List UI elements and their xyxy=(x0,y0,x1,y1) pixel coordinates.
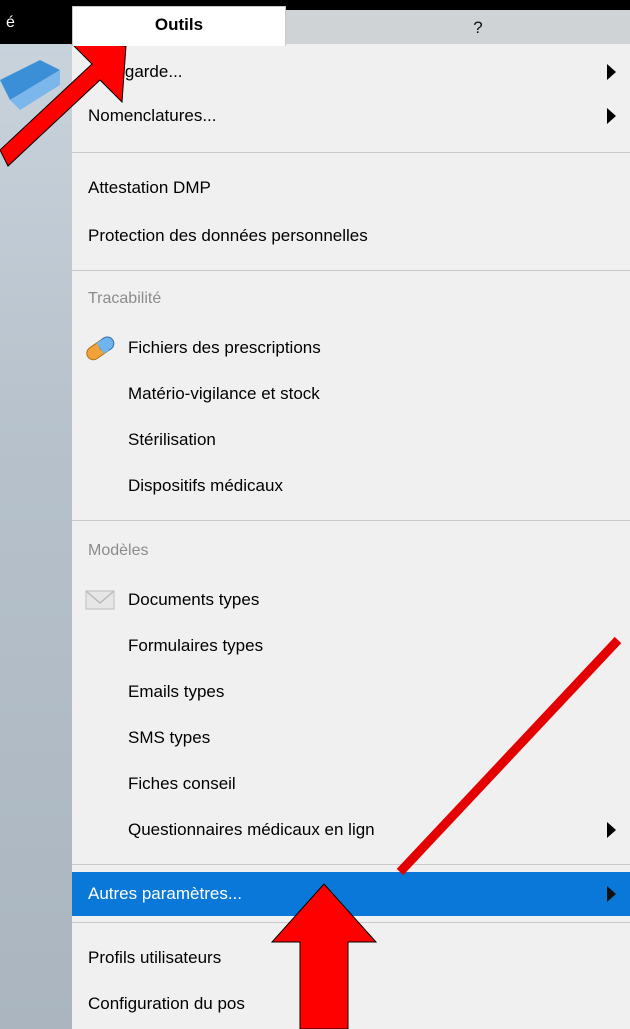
menu-item-label: Fichiers des prescriptions xyxy=(128,338,321,357)
outils-dropdown-menu: auvegarde... Nomenclatures... Attestatio… xyxy=(72,44,630,1029)
menu-item-sms-types[interactable]: SMS types xyxy=(72,720,630,756)
envelope-icon xyxy=(85,590,115,610)
background-window-strip xyxy=(0,44,72,1029)
menu-item-label: Attestation DMP xyxy=(88,178,211,197)
menu-item-label: Protection des données personnelles xyxy=(88,226,368,245)
submenu-arrow-icon xyxy=(607,108,616,124)
menu-item-sauvegarde[interactable]: auvegarde... xyxy=(72,54,630,90)
menu-item-emails-types[interactable]: Emails types xyxy=(72,674,630,710)
pill-icon xyxy=(86,336,115,361)
menubar-left-fragment[interactable]: é xyxy=(6,14,15,32)
menu-item-label: Questionnaires médicaux en lign xyxy=(128,820,375,839)
menu-item-attestation-dmp[interactable]: Attestation DMP xyxy=(72,170,630,206)
menu-item-sterilisation[interactable]: Stérilisation xyxy=(72,422,630,458)
menu-item-documents-types[interactable]: Documents types xyxy=(72,582,630,618)
menu-item-label: Autres paramètres... xyxy=(88,884,243,903)
menu-item-label: Formulaires types xyxy=(128,636,264,655)
menu-item-configuration-poste[interactable]: Configuration du pos xyxy=(72,986,630,1022)
menu-item-label: Emails types xyxy=(128,682,225,701)
app-logo-fragment-icon xyxy=(0,60,60,110)
menu-item-dispositifs-medicaux[interactable]: Dispositifs médicaux xyxy=(72,468,630,504)
menu-item-profils-utilisateurs[interactable]: Profils utilisateurs xyxy=(72,940,630,976)
menu-separator xyxy=(72,864,630,865)
menu-item-label: Fiches conseil xyxy=(128,774,236,793)
menu-item-label: SMS types xyxy=(128,728,211,747)
menu-item-formulaires-types[interactable]: Formulaires types xyxy=(72,628,630,664)
menu-item-label: Matério-vigilance et stock xyxy=(128,384,320,403)
menu-item-protection-donnees[interactable]: Protection des données personnelles xyxy=(72,218,630,254)
menu-item-fichiers-prescriptions[interactable]: Fichiers des prescriptions xyxy=(72,330,630,366)
menu-item-label: auvegarde... xyxy=(88,62,183,81)
menu-separator xyxy=(72,152,630,153)
menu-item-label: Configuration du pos xyxy=(88,994,245,1013)
menu-item-questionnaires-medicaux[interactable]: Questionnaires médicaux en lign xyxy=(72,812,630,848)
menu-item-autres-parametres[interactable]: Autres paramètres... xyxy=(72,872,630,916)
menu-separator xyxy=(72,922,630,923)
submenu-arrow-icon xyxy=(607,886,616,902)
menu-tab-outils[interactable]: Outils xyxy=(72,6,286,46)
menu-item-label: Nomenclatures... xyxy=(88,106,217,125)
submenu-arrow-icon xyxy=(607,822,616,838)
menu-item-label: Stérilisation xyxy=(128,430,216,449)
menu-item-materio-vigilance[interactable]: Matério-vigilance et stock xyxy=(72,376,630,412)
menu-item-fiches-conseil[interactable]: Fiches conseil xyxy=(72,766,630,802)
menu-item-label: Profils utilisateurs xyxy=(88,948,222,967)
menu-item-label: Dispositifs médicaux xyxy=(128,476,283,495)
menu-separator xyxy=(72,520,630,521)
section-header-modeles: Modèles xyxy=(88,542,149,559)
section-header-tracabilite: Tracabilité xyxy=(88,290,162,307)
submenu-arrow-icon xyxy=(607,64,616,80)
menu-separator xyxy=(72,270,630,271)
menu-tab-help[interactable]: ? xyxy=(286,10,630,44)
menu-item-label: Documents types xyxy=(128,590,260,609)
menubar: Outils ? xyxy=(72,0,630,46)
menu-item-nomenclatures[interactable]: Nomenclatures... xyxy=(72,98,630,134)
